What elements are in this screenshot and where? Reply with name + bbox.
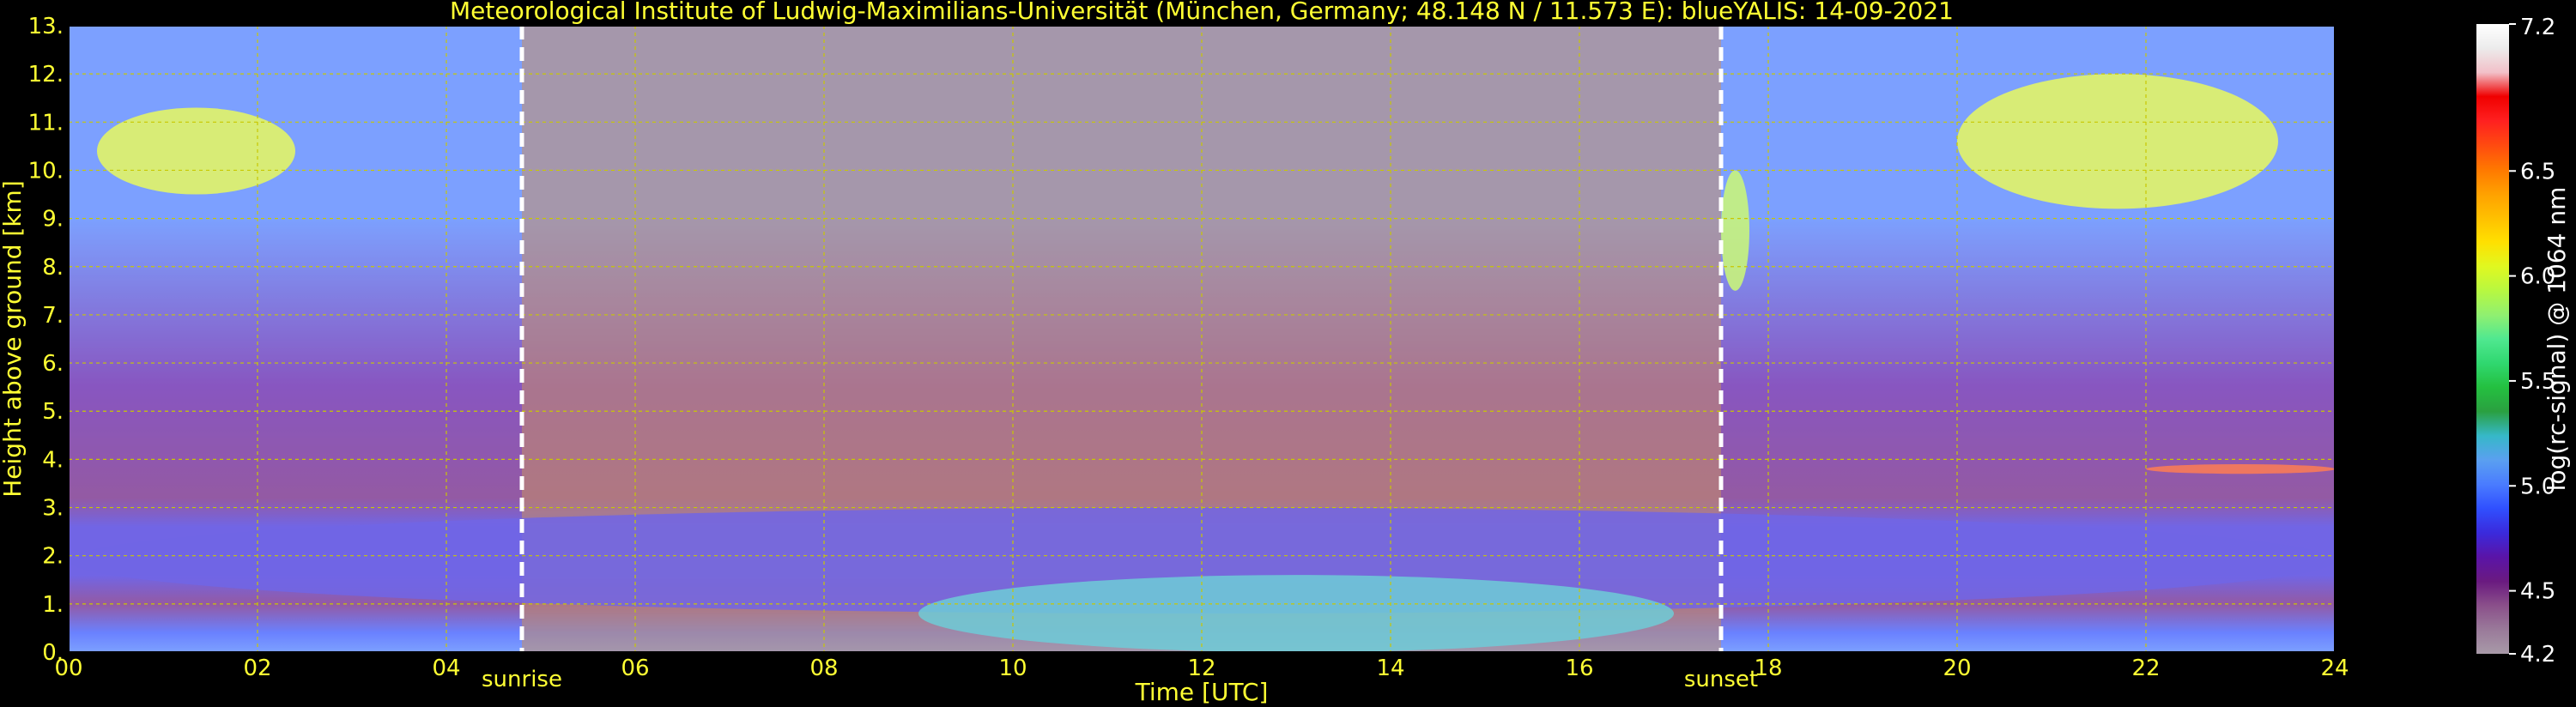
x-tick-label: 16: [1565, 656, 1593, 681]
y-tick-label: 4.: [42, 447, 64, 473]
colorbar-tick-label: 7.2: [2520, 15, 2555, 40]
x-tick-label: 24: [2320, 656, 2349, 681]
x-tick-label: 06: [621, 656, 649, 681]
x-tick-label: 10: [998, 656, 1027, 681]
sunrise-label: sunrise: [482, 667, 562, 692]
lidar-quicklook-figure: 00 02 04 06 08 10 12 14 16 18 20 22 24 0.1.2.3.4.5.6…: [0, 0, 2571, 706]
y-tick-label: 3.: [42, 496, 64, 522]
x-tick-label: 18: [1754, 656, 1782, 681]
y-tick-label: 9.: [42, 207, 64, 233]
y-tick-label: 6.: [42, 351, 64, 377]
y-tick-label: 0.: [42, 640, 64, 666]
colorbar-label: log(rc-signal) @ 1064 nm: [2543, 187, 2571, 492]
y-tick-label: 11.: [28, 110, 64, 136]
y-tick-label: 13.: [28, 14, 64, 39]
x-tick-label: 20: [1943, 656, 1971, 681]
sunset-label: sunset: [1684, 667, 1758, 692]
y-tick-label: 10.: [28, 158, 64, 184]
y-axis-label: Height above ground [km]: [0, 180, 27, 498]
y-tick-label: 12.: [28, 62, 64, 88]
chart-title: Meteorological Institute of Ludwig-Maxim…: [450, 0, 1954, 25]
y-tick-label: 2.: [42, 544, 64, 570]
y-tick-label: 7.: [42, 303, 64, 329]
y-axis-ticks: 0. 1. 2. 3. 4. 5. 6. 7. 8. 9. 10. 11. 12. 13.: [28, 14, 64, 666]
y-tick-label: 8.: [42, 255, 64, 281]
colorbar-tick-label: 4.5: [2520, 579, 2555, 605]
noise-overlay: [69, 26, 2335, 652]
x-tick-label: 22: [2131, 656, 2160, 681]
y-tick-label: 1.: [42, 592, 64, 618]
x-tick-label: 14: [1376, 656, 1404, 681]
x-axis-label: Time [UTC]: [1135, 678, 1269, 706]
colorbar-tick-label: 4.2: [2520, 642, 2555, 668]
x-tick-label: 04: [432, 656, 460, 681]
x-tick-label: 08: [809, 656, 838, 681]
colorbar-tick-label: 6.5: [2520, 159, 2555, 184]
colorbar: [2476, 24, 2509, 654]
x-tick-label: 02: [243, 656, 271, 681]
y-tick-label: 5.: [42, 399, 64, 425]
